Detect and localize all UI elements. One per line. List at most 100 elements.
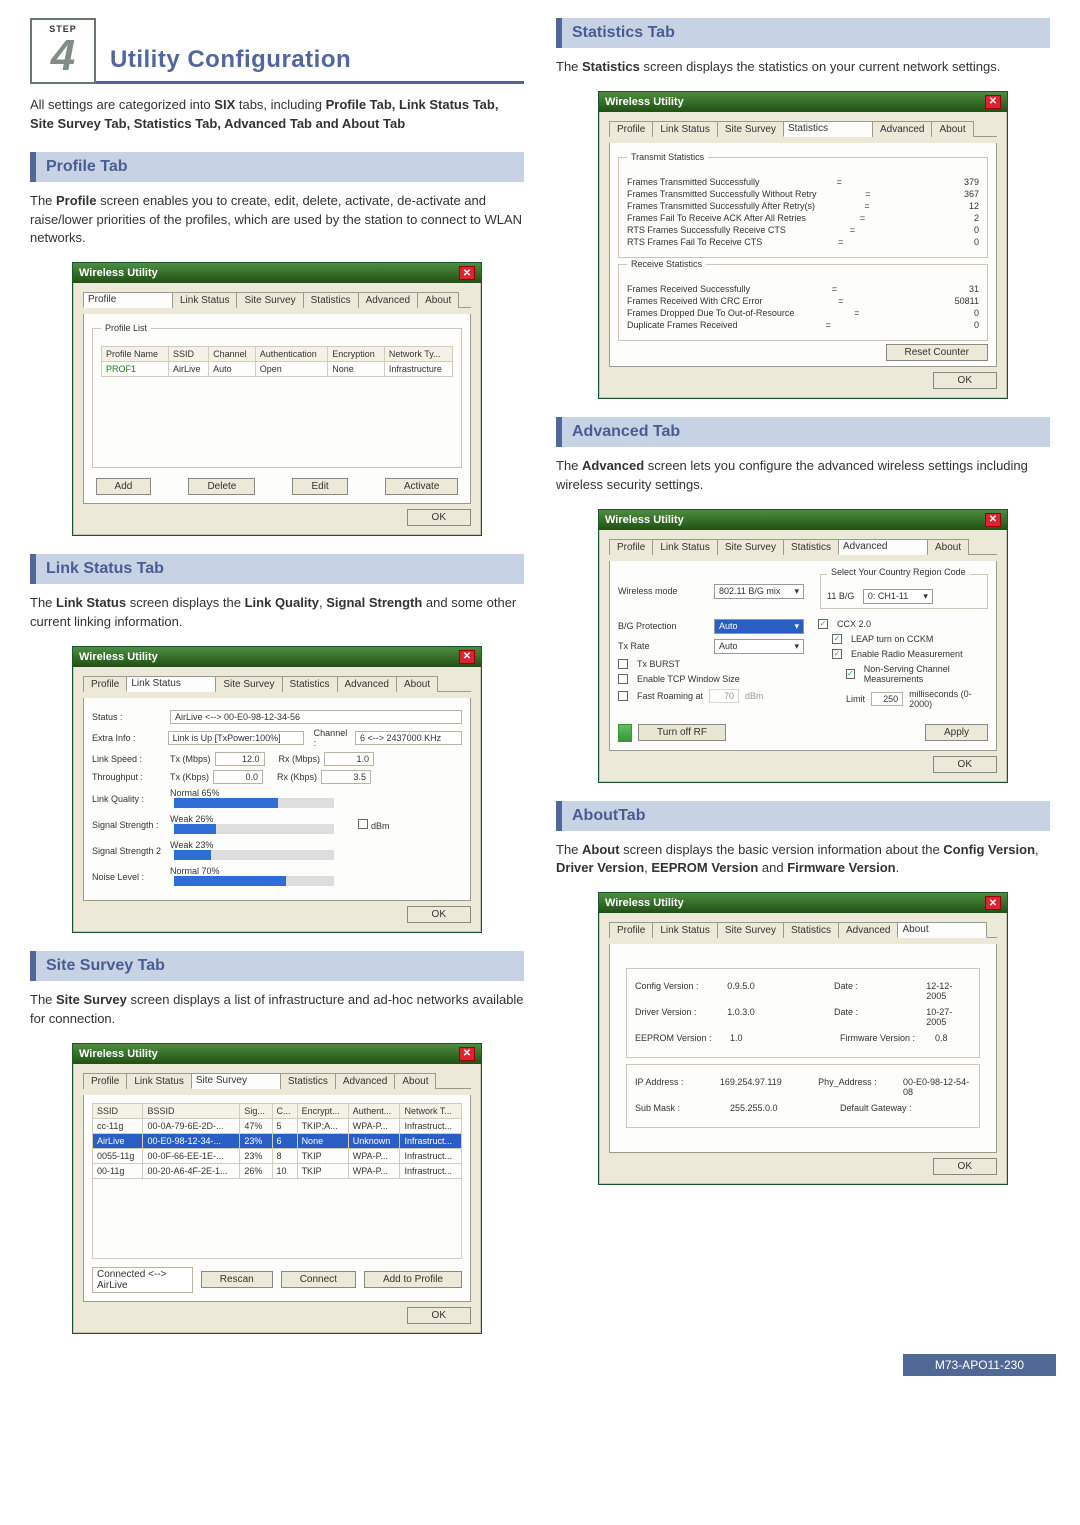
col-channel[interactable]: Channel bbox=[209, 347, 256, 362]
fast-value[interactable]: 70 bbox=[709, 689, 739, 703]
add-to-profile-button[interactable]: Add to Profile bbox=[364, 1271, 462, 1288]
lq-text: Normal bbox=[170, 788, 199, 798]
tab-profile[interactable]: Profile bbox=[609, 121, 653, 137]
edit-button[interactable]: Edit bbox=[292, 478, 347, 495]
tab-stats[interactable]: Statistics bbox=[783, 121, 873, 137]
tab-about[interactable]: About bbox=[931, 121, 973, 137]
ok-button[interactable]: OK bbox=[407, 509, 471, 526]
close-icon[interactable]: ✕ bbox=[459, 1047, 475, 1061]
tab-profile[interactable]: Profile bbox=[609, 539, 653, 555]
close-icon[interactable]: ✕ bbox=[459, 650, 475, 664]
site-row[interactable]: AirLive00-E0-98-12-34-...23%6NoneUnknown… bbox=[93, 1133, 462, 1148]
tab-site[interactable]: Site Survey bbox=[236, 292, 303, 308]
col-profile-name[interactable]: Profile Name bbox=[102, 347, 169, 362]
col-enc[interactable]: Encryption bbox=[328, 347, 385, 362]
ok-button[interactable]: OK bbox=[933, 372, 997, 389]
tcp-checkbox[interactable] bbox=[618, 674, 628, 684]
tab-site[interactable]: Site Survey bbox=[215, 676, 282, 692]
tab-profile[interactable]: Profile bbox=[609, 922, 653, 938]
site-row[interactable]: 00-11g00-20-A6-4F-2E-1...26%10TKIPWPA-P.… bbox=[93, 1163, 462, 1178]
turn-off-rf-button[interactable]: Turn off RF bbox=[638, 724, 726, 741]
tab-stats[interactable]: Statistics bbox=[303, 292, 359, 308]
site-row[interactable]: 0055-11g00-0F-66-EE-1E-...23%8TKIPWPA-P.… bbox=[93, 1148, 462, 1163]
rescan-button[interactable]: Rescan bbox=[201, 1271, 273, 1288]
cfg-value: 0.9.5.0 bbox=[727, 981, 834, 1001]
close-icon[interactable]: ✕ bbox=[985, 513, 1001, 527]
tab-link[interactable]: Link Status bbox=[172, 292, 237, 308]
col-auth[interactable]: Authentication bbox=[255, 347, 328, 362]
tab-stats[interactable]: Statistics bbox=[783, 539, 839, 555]
tab-site[interactable]: Site Survey bbox=[717, 121, 784, 137]
tab-adv[interactable]: Advanced bbox=[838, 922, 898, 938]
close-icon[interactable]: ✕ bbox=[985, 95, 1001, 109]
tab-adv[interactable]: Advanced bbox=[358, 292, 418, 308]
tab-profile[interactable]: Profile bbox=[83, 1073, 127, 1089]
bgp-select[interactable]: Auto▾ bbox=[714, 619, 804, 634]
stats-dialog: Wireless Utility✕ Profile Link Status Si… bbox=[598, 91, 1008, 399]
connect-button[interactable]: Connect bbox=[281, 1271, 356, 1288]
site-row[interactable]: cc-11g00-0A-79-6E-2D-...47%5TKIP;A...WPA… bbox=[93, 1118, 462, 1133]
dbm-checkbox[interactable] bbox=[358, 819, 368, 829]
close-icon[interactable]: ✕ bbox=[985, 896, 1001, 910]
tab-link[interactable]: Link Status bbox=[652, 922, 717, 938]
col-ssid[interactable]: SSID bbox=[169, 347, 209, 362]
tab-stats[interactable]: Statistics bbox=[280, 1073, 336, 1089]
nons-checkbox[interactable] bbox=[846, 669, 855, 679]
tab-stats[interactable]: Statistics bbox=[282, 676, 338, 692]
tab-link[interactable]: Link Status bbox=[652, 539, 717, 555]
tab-link[interactable]: Link Status bbox=[126, 676, 216, 692]
site-col[interactable]: C... bbox=[272, 1103, 297, 1118]
tab-site[interactable]: Site Survey bbox=[717, 539, 784, 555]
step-badge: STEP 4 bbox=[30, 18, 96, 84]
stat-line: Frames Received Successfully=31 bbox=[627, 284, 979, 294]
limit-value[interactable]: 250 bbox=[871, 692, 903, 706]
tab-link[interactable]: Link Status bbox=[126, 1073, 191, 1089]
tab-profile[interactable]: Profile bbox=[83, 676, 127, 692]
ip-label: IP Address : bbox=[635, 1077, 720, 1097]
ok-button[interactable]: OK bbox=[933, 1158, 997, 1175]
reset-counter-button[interactable]: Reset Counter bbox=[886, 344, 988, 361]
tab-about[interactable]: About bbox=[394, 1073, 436, 1089]
tab-about[interactable]: About bbox=[927, 539, 969, 555]
site-col[interactable]: SSID bbox=[93, 1103, 143, 1118]
sub-label: Sub Mask : bbox=[635, 1103, 730, 1113]
ccx-checkbox[interactable] bbox=[818, 619, 828, 629]
site-col[interactable]: Sig... bbox=[240, 1103, 272, 1118]
txburst-checkbox[interactable] bbox=[618, 659, 628, 669]
site-col[interactable]: Authent... bbox=[348, 1103, 400, 1118]
tab-site[interactable]: Site Survey bbox=[717, 922, 784, 938]
activate-button[interactable]: Activate bbox=[385, 478, 459, 495]
tab-adv[interactable]: Advanced bbox=[838, 539, 928, 555]
ok-button[interactable]: OK bbox=[407, 906, 471, 923]
tab-adv[interactable]: Advanced bbox=[337, 676, 397, 692]
col-net[interactable]: Network Ty... bbox=[384, 347, 452, 362]
ok-button[interactable]: OK bbox=[933, 756, 997, 773]
apply-button[interactable]: Apply bbox=[925, 724, 988, 741]
profile-table: Profile Name SSID Channel Authentication… bbox=[101, 346, 453, 377]
bg-select[interactable]: 0: CH1-11▾ bbox=[863, 589, 933, 604]
tab-about[interactable]: About bbox=[897, 922, 987, 938]
wmode-select[interactable]: 802.11 B/G mix▾ bbox=[714, 584, 804, 599]
site-col[interactable]: BSSID bbox=[143, 1103, 240, 1118]
tab-about[interactable]: About bbox=[396, 676, 438, 692]
site-col[interactable]: Network T... bbox=[400, 1103, 462, 1118]
close-icon[interactable]: ✕ bbox=[459, 266, 475, 280]
radio-checkbox[interactable] bbox=[832, 649, 842, 659]
ok-button[interactable]: OK bbox=[407, 1307, 471, 1324]
tab-adv[interactable]: Advanced bbox=[335, 1073, 395, 1089]
add-button[interactable]: Add bbox=[96, 478, 152, 495]
leap-checkbox[interactable] bbox=[832, 634, 842, 644]
txrate-select[interactable]: Auto▾ bbox=[714, 639, 804, 654]
drv-date: 10-27-2005 bbox=[926, 1007, 971, 1027]
profile-row[interactable]: PROF1 AirLive Auto Open None Infrastruct… bbox=[102, 362, 453, 377]
site-col[interactable]: Encrypt... bbox=[297, 1103, 348, 1118]
delete-button[interactable]: Delete bbox=[188, 478, 255, 495]
tab-profile[interactable]: Profile bbox=[83, 292, 173, 308]
tab-adv[interactable]: Advanced bbox=[872, 121, 932, 137]
tab-site[interactable]: Site Survey bbox=[191, 1073, 281, 1089]
tab-link[interactable]: Link Status bbox=[652, 121, 717, 137]
tab-stats[interactable]: Statistics bbox=[783, 922, 839, 938]
fastroam-checkbox[interactable] bbox=[618, 691, 628, 701]
tab-about[interactable]: About bbox=[417, 292, 459, 308]
signal-strength2-label: Signal Strength 2 bbox=[92, 846, 170, 856]
